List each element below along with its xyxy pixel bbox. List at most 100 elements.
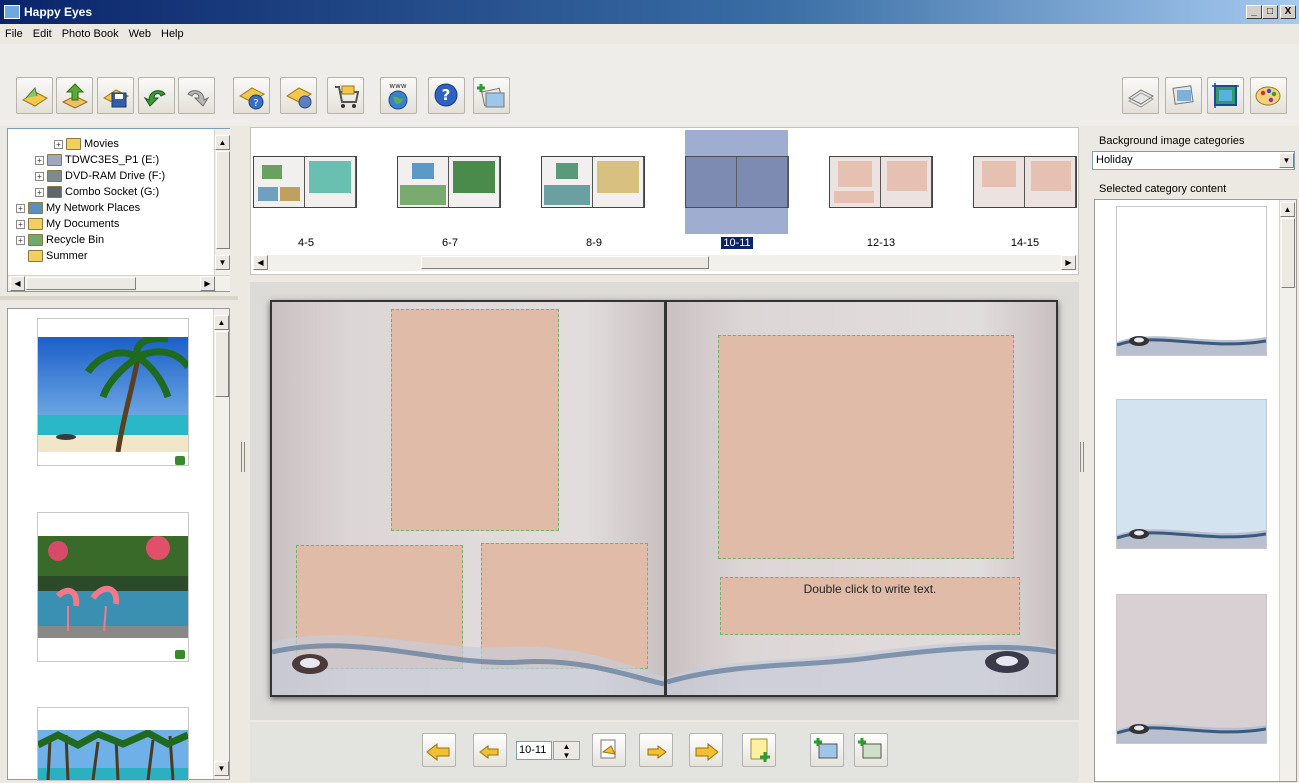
menu-photo-book[interactable]: Photo Book — [57, 24, 124, 40]
title-bar: Happy Eyes _ □ X — [0, 0, 1299, 24]
chevron-down-icon[interactable]: ▼ — [1279, 153, 1294, 168]
category-select[interactable]: Holiday ▼ — [1092, 151, 1295, 170]
spread-thumb-14-15[interactable] — [973, 156, 1077, 208]
expand-icon[interactable]: + — [35, 171, 44, 181]
photo-card[interactable] — [37, 318, 191, 466]
tree-scroll-down[interactable]: ▼ — [215, 255, 230, 270]
expand-icon[interactable]: + — [16, 219, 25, 229]
spread-label: 4-5 — [298, 237, 314, 249]
background-thumb-1[interactable] — [1116, 206, 1267, 356]
spread-thumb-12-13[interactable] — [829, 156, 933, 208]
save-icon — [103, 89, 129, 108]
tree-item[interactable]: + DVD-RAM Drive (F:) — [35, 168, 165, 184]
save-button[interactable] — [97, 77, 134, 114]
expand-icon[interactable]: + — [54, 139, 63, 149]
properties-help-button[interactable]: ? — [233, 77, 270, 114]
photo-placeholder[interactable] — [718, 335, 1014, 559]
first-page-button[interactable] — [422, 733, 456, 767]
photos-scroll-up[interactable]: ▲ — [214, 315, 229, 330]
last-page-button[interactable] — [689, 733, 723, 767]
photos-vscroll-thumb[interactable] — [215, 331, 229, 397]
spread-thumb-4-5[interactable] — [253, 156, 357, 208]
undo-icon — [143, 90, 166, 107]
prev-page-icon — [479, 745, 499, 759]
new-page-button[interactable] — [742, 733, 776, 767]
tree-hscrollbar[interactable]: ◀ ▶ — [8, 275, 230, 291]
tree-scroll-left[interactable]: ◀ — [10, 276, 25, 291]
spread-thumb-8-9[interactable] — [541, 156, 645, 208]
menu-bar: File Edit Photo Book Web Help — [0, 24, 1299, 44]
shop-cart-button[interactable] — [327, 77, 364, 114]
help-button[interactable]: ? — [428, 77, 465, 114]
tree-hscroll-thumb[interactable] — [26, 277, 136, 290]
close-button[interactable]: X — [1280, 5, 1296, 19]
auto-layout-button[interactable] — [854, 733, 888, 767]
background-thumb-2[interactable] — [1116, 399, 1267, 549]
redo-button[interactable] — [178, 77, 215, 114]
palette-button[interactable] — [1250, 77, 1287, 114]
center-right-splitter[interactable] — [1080, 442, 1084, 472]
undo-button[interactable] — [138, 77, 175, 114]
spread-thumb-10-11[interactable] — [685, 156, 789, 208]
tree-vscroll-thumb[interactable] — [216, 151, 230, 249]
tree-vscrollbar[interactable]: ▲ ▼ — [214, 129, 230, 275]
wave-decoration — [272, 635, 664, 695]
wave-decoration — [1117, 724, 1266, 743]
strip-hscroll-thumb[interactable] — [421, 256, 709, 269]
tree-scroll-up[interactable]: ▲ — [215, 135, 230, 150]
background-scroll-up[interactable]: ▲ — [1280, 202, 1295, 217]
photo-edit-button[interactable] — [1165, 77, 1202, 114]
page-order-button[interactable] — [592, 733, 626, 767]
open-book-button[interactable] — [16, 77, 53, 114]
photo-card[interactable] — [37, 512, 189, 662]
tree-item[interactable]: + TDWC3ES_P1 (E:) — [35, 152, 159, 168]
expand-icon[interactable]: + — [35, 187, 44, 197]
tree-item[interactable]: + My Network Places — [16, 200, 140, 216]
strip-scroll-right[interactable]: ▶ — [1061, 255, 1076, 270]
tree-item[interactable]: + My Documents — [16, 216, 119, 232]
spread-thumb-6-7[interactable] — [397, 156, 501, 208]
background-thumb-3[interactable] — [1116, 594, 1267, 744]
expand-icon[interactable]: + — [16, 235, 25, 245]
minimize-button[interactable]: _ — [1246, 5, 1262, 19]
photo-palm-beach — [38, 335, 191, 453]
tree-scroll-right[interactable]: ▶ — [200, 276, 215, 291]
add-photos-button[interactable] — [473, 77, 510, 114]
next-page-button[interactable] — [639, 733, 673, 767]
tree-item[interactable]: Summer — [16, 248, 88, 264]
tree-item[interactable]: + Movies — [54, 136, 119, 152]
background-vscroll-thumb[interactable] — [1281, 218, 1295, 288]
photo-flamingos — [38, 536, 188, 638]
page-layout-button[interactable] — [1122, 77, 1159, 114]
strip-hscrollbar[interactable]: ◀ ▶ — [253, 255, 1078, 271]
page-spin-button[interactable]: ▲ ▼ — [553, 741, 580, 760]
www-globe-icon: www — [388, 82, 408, 110]
frame-button[interactable] — [1207, 77, 1244, 114]
book-settings-button[interactable] — [280, 77, 317, 114]
www-button[interactable]: www — [380, 77, 417, 114]
tree-item[interactable]: + Recycle Bin — [16, 232, 104, 248]
upload-icon — [61, 83, 89, 109]
tree-item-label: Movies — [84, 138, 119, 150]
background-vscrollbar[interactable]: ▲ — [1279, 200, 1296, 781]
menu-edit[interactable]: Edit — [28, 24, 57, 40]
auto-fill-button[interactable] — [810, 733, 844, 767]
maximize-button[interactable]: □ — [1262, 5, 1278, 19]
strip-scroll-left[interactable]: ◀ — [253, 255, 268, 270]
expand-icon[interactable]: + — [35, 155, 44, 165]
prev-page-button[interactable] — [473, 733, 507, 767]
upload-button[interactable] — [56, 77, 93, 114]
photo-placeholder[interactable] — [391, 309, 559, 531]
left-splitter[interactable] — [0, 296, 238, 300]
page-number-input[interactable]: 10-11 — [516, 741, 552, 760]
photos-vscrollbar[interactable]: ▲ ▼ — [213, 309, 229, 779]
menu-web[interactable]: Web — [124, 24, 156, 40]
menu-help[interactable]: Help — [156, 24, 189, 40]
page-strip: 4-5 6-7 8-9 10-11 12-13 14-15 ◀ ▶ — [250, 127, 1079, 275]
expand-icon[interactable]: + — [16, 203, 25, 213]
menu-file[interactable]: File — [0, 24, 28, 40]
center-left-splitter[interactable] — [241, 442, 245, 472]
photo-card[interactable] — [36, 707, 190, 781]
tree-item[interactable]: + Combo Socket (G:) — [35, 184, 159, 200]
photos-scroll-down[interactable]: ▼ — [214, 761, 229, 776]
